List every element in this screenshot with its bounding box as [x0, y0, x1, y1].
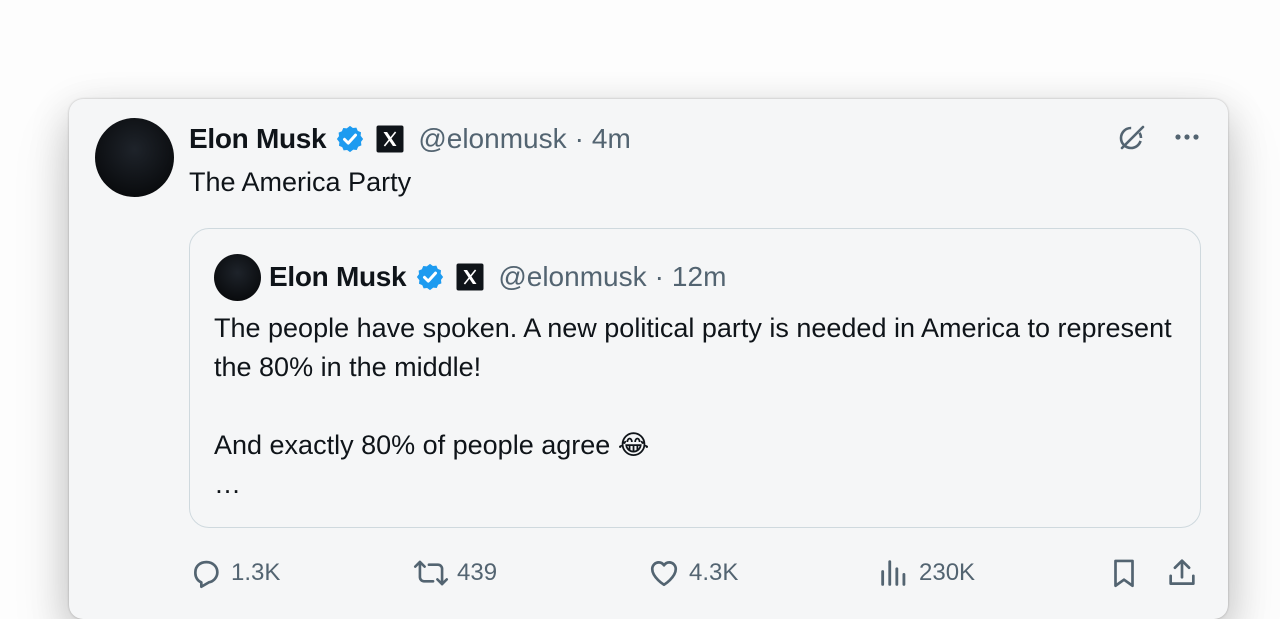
more-options-icon[interactable] [1172, 122, 1202, 152]
like-count: 4.3K [689, 559, 739, 586]
views-button[interactable]: 230K [877, 553, 975, 593]
author-name[interactable]: Elon Musk [189, 123, 327, 155]
action-bar: 1.3K 439 4.3K 230K [189, 553, 1201, 593]
quoted-tweet[interactable]: Elon Musk @elonmusk · 12m The people hav… [189, 228, 1201, 528]
quoted-tweet-text: The people have spoken. A new political … [214, 309, 1174, 504]
tweet-card: Elon Musk @elonmusk · 4m The America Par… [69, 99, 1228, 619]
verified-badge-icon [415, 262, 445, 292]
reply-icon [189, 556, 223, 590]
tweet-text: The America Party [189, 167, 412, 197]
bookmark-button[interactable] [1107, 553, 1141, 593]
repost-count: 439 [457, 559, 498, 586]
top-actions [1116, 121, 1202, 153]
quoted-tweet-header: Elon Musk @elonmusk · 12m [269, 259, 726, 295]
views-count: 230K [919, 559, 976, 586]
quoted-paragraph-2: And exactly 80% of people agree 😂 [214, 430, 650, 460]
x-logo-icon [376, 125, 404, 153]
quoted-author-name: Elon Musk [269, 261, 407, 292]
reply-button[interactable]: 1.3K [189, 553, 280, 593]
heart-icon [647, 556, 681, 590]
repost-icon [413, 556, 449, 590]
tweet-timestamp[interactable]: 4m [592, 123, 631, 155]
bookmark-icon [1107, 556, 1141, 590]
grok-icon[interactable] [1116, 121, 1148, 153]
quoted-author-avatar [214, 254, 261, 301]
like-button[interactable]: 4.3K [647, 553, 738, 593]
tweet-header: Elon Musk @elonmusk · 4m [189, 121, 631, 157]
header-separator: · [574, 123, 584, 154]
author-handle[interactable]: @elonmusk [418, 123, 566, 155]
quoted-truncation: … [214, 469, 241, 499]
author-avatar[interactable] [95, 118, 174, 197]
quoted-header-separator: · [654, 261, 664, 292]
x-logo-icon [456, 263, 484, 291]
reply-count: 1.3K [231, 559, 281, 586]
quoted-author-handle: @elonmusk [498, 261, 647, 292]
quoted-tweet-timestamp: 12m [671, 261, 727, 292]
analytics-icon [877, 556, 911, 590]
verified-badge-icon [335, 124, 365, 154]
share-button[interactable] [1165, 553, 1199, 593]
share-icon [1165, 556, 1199, 590]
repost-button[interactable]: 439 [413, 553, 497, 593]
quoted-paragraph-1: The people have spoken. A new political … [214, 313, 1172, 382]
